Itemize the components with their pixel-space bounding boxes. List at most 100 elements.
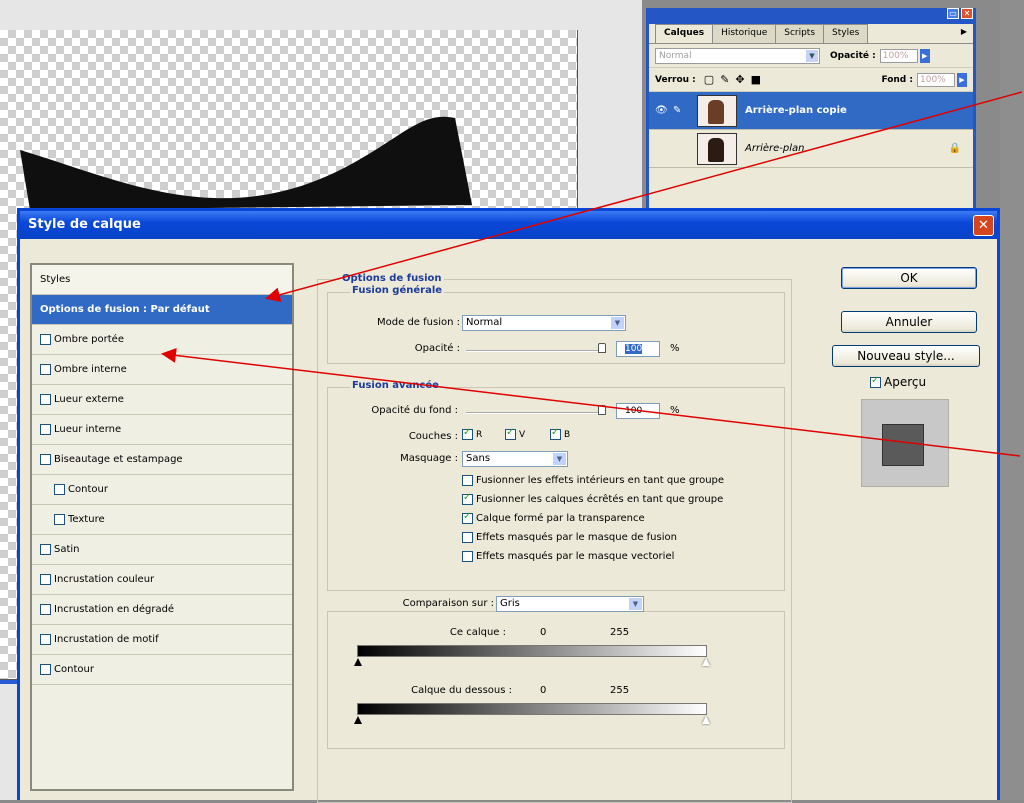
close-icon[interactable]: ✕: [961, 8, 973, 19]
checkbox[interactable]: [550, 427, 561, 440]
channel-b[interactable]: B: [550, 427, 570, 440]
styles-list: Styles Options de fusion : Par défaut Om…: [30, 263, 294, 791]
styles-item-incrustation-couleur[interactable]: Incrustation couleur: [32, 565, 292, 595]
lock-icons: ▢ ✎ ✥ ■: [704, 73, 761, 86]
styles-item-incrustation-motif[interactable]: Incrustation de motif: [32, 625, 292, 655]
checkbox[interactable]: [462, 492, 473, 505]
checkbox[interactable]: [40, 544, 51, 555]
option-transparency-shapes[interactable]: Calque formé par la transparence: [462, 511, 645, 524]
new-style-button[interactable]: Nouveau style...: [832, 345, 980, 367]
styles-item-label: Contour: [54, 664, 94, 675]
lock-pixels-icon[interactable]: ✎: [720, 73, 729, 86]
lock-all-icon[interactable]: ■: [751, 73, 761, 86]
tab-calques[interactable]: Calques: [655, 24, 714, 43]
checkbox[interactable]: [40, 394, 51, 405]
checkbox[interactable]: [870, 375, 881, 388]
checkbox[interactable]: [40, 574, 51, 585]
styles-item-texture[interactable]: Texture: [32, 505, 292, 535]
styles-item-label: Lueur externe: [54, 394, 124, 405]
channel-v[interactable]: V: [505, 427, 526, 440]
blend-if-label: Comparaison sur :: [402, 598, 494, 609]
ok-button[interactable]: OK: [841, 267, 977, 289]
styles-item-label: Incrustation en dégradé: [54, 604, 175, 615]
styles-item-ombre-portee[interactable]: Ombre portée: [32, 325, 292, 355]
eye-icon[interactable]: 👁: [655, 105, 673, 116]
styles-item-contour-sub[interactable]: Contour: [32, 475, 292, 505]
option-label: Effets masqués par le masque vectoriel: [476, 551, 675, 562]
checkbox[interactable]: [40, 604, 51, 615]
styles-item-contour[interactable]: Contour: [32, 655, 292, 685]
layer-row-arriere-plan[interactable]: Arrière-plan 🔒: [649, 130, 973, 168]
lock-position-icon[interactable]: ✥: [735, 73, 744, 86]
channel-r[interactable]: R: [462, 427, 482, 440]
underlying-black-slider[interactable]: [354, 716, 362, 724]
opacity-label: Opacité :: [414, 343, 460, 354]
styles-item-options-de-fusion[interactable]: Options de fusion : Par défaut: [32, 295, 292, 325]
checkbox[interactable]: [462, 551, 473, 562]
underlying-white-slider[interactable]: [702, 716, 710, 724]
channel-label: V: [519, 429, 526, 440]
this-layer-label: Ce calque :: [449, 627, 506, 638]
opacity-slider[interactable]: [466, 350, 606, 352]
opacity-slider-button[interactable]: ▶: [919, 48, 930, 63]
fill-opacity-slider[interactable]: [466, 412, 606, 414]
opacity-value: 100: [625, 344, 643, 354]
checkbox[interactable]: [462, 511, 473, 524]
blend-row: Normal ▼ Opacité : 100% ▶: [649, 44, 973, 68]
blend-mode-dropdown[interactable]: Normal ▼: [462, 315, 626, 331]
cancel-button[interactable]: Annuler: [841, 311, 977, 333]
opacity-field[interactable]: 100%: [879, 48, 918, 63]
close-icon[interactable]: ✕: [973, 215, 994, 236]
preview-thumbnail: [861, 399, 949, 487]
checkbox[interactable]: [462, 475, 473, 486]
panel-menu-icon[interactable]: ▶: [955, 24, 973, 43]
checkbox[interactable]: [54, 484, 65, 495]
styles-item-ombre-interne[interactable]: Ombre interne: [32, 355, 292, 385]
checkbox[interactable]: [40, 664, 51, 675]
tab-scripts[interactable]: Scripts: [775, 24, 825, 43]
option-layer-mask-hides[interactable]: Effets masqués par le masque de fusion: [462, 532, 677, 543]
fill-opacity-field[interactable]: 100: [616, 403, 660, 419]
checkbox[interactable]: [54, 514, 65, 525]
option-interior-effects[interactable]: Fusionner les effets intérieurs en tant …: [462, 475, 724, 486]
opacity-slider-thumb[interactable]: [598, 343, 606, 353]
option-vector-mask-hides[interactable]: Effets masqués par le masque vectoriel: [462, 551, 674, 562]
checkbox[interactable]: [40, 454, 51, 465]
styles-header[interactable]: Styles: [32, 265, 292, 295]
option-label: Fusionner les calques écrêtés en tant qu…: [476, 494, 724, 505]
fill-opacity-label: Opacité du fond :: [371, 405, 458, 416]
this-layer-black-slider[interactable]: [354, 658, 362, 666]
lock-transparency-icon[interactable]: ▢: [704, 73, 714, 86]
preview-toggle[interactable]: Aperçu: [870, 375, 926, 389]
tab-styles[interactable]: Styles: [823, 24, 869, 43]
checkbox[interactable]: [505, 427, 516, 440]
layer-row-arriere-plan-copie[interactable]: 👁 ✎ Arrière-plan copie: [649, 92, 973, 130]
tab-historique[interactable]: Historique: [712, 24, 777, 43]
option-clipped-layers[interactable]: Fusionner les calques écrêtés en tant qu…: [462, 492, 724, 505]
checkbox[interactable]: [40, 334, 51, 345]
checkbox[interactable]: [462, 427, 473, 440]
styles-item-lueur-externe[interactable]: Lueur externe: [32, 385, 292, 415]
fill-slider-button[interactable]: ▶: [957, 72, 967, 87]
this-layer-max: 255: [610, 627, 630, 638]
blend-mode-select[interactable]: Normal ▼: [655, 47, 820, 64]
styles-item-incrustation-degrade[interactable]: Incrustation en dégradé: [32, 595, 292, 625]
fill-opacity-slider-thumb[interactable]: [598, 405, 606, 415]
styles-item-biseautage[interactable]: Biseautage et estampage: [32, 445, 292, 475]
knockout-dropdown[interactable]: Sans ▼: [462, 451, 568, 467]
checkbox[interactable]: [40, 424, 51, 435]
blend-if-value: Gris: [500, 598, 520, 609]
fill-field[interactable]: 100%: [917, 72, 955, 87]
checkbox[interactable]: [462, 532, 473, 543]
blend-if-dropdown[interactable]: Gris ▼: [496, 596, 644, 612]
styles-item-satin[interactable]: Satin: [32, 535, 292, 565]
styles-item-lueur-interne[interactable]: Lueur interne: [32, 415, 292, 445]
layer-style-dialog: Style de calque ✕ Styles Options de fusi…: [17, 208, 1000, 803]
checkbox[interactable]: [40, 364, 51, 375]
opacity-field[interactable]: 100: [616, 341, 660, 357]
styles-item-label: Incrustation de motif: [54, 634, 159, 645]
layer-name: Arrière-plan: [745, 143, 805, 154]
this-layer-white-slider[interactable]: [702, 658, 710, 666]
checkbox[interactable]: [40, 634, 51, 645]
minimize-icon[interactable]: ▭: [947, 8, 959, 19]
